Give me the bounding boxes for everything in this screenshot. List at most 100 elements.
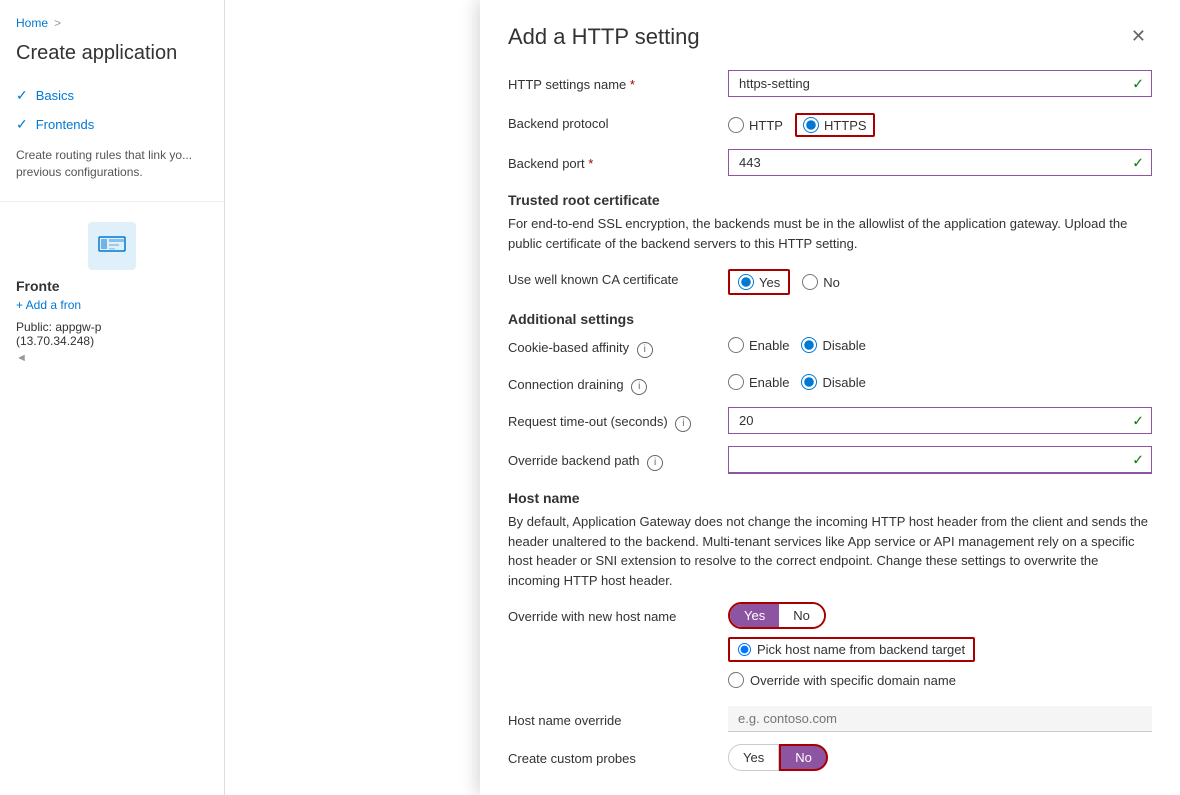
cookie-affinity-control: Enable Disable — [728, 333, 1152, 353]
dialog-header: Add a HTTP setting ✕ — [508, 24, 1152, 50]
http-settings-name-control: ✓ — [728, 70, 1152, 97]
check-icon-timeout: ✓ — [1132, 412, 1144, 429]
cookie-enable-label: Enable — [749, 338, 789, 353]
cookie-disable-label: Disable — [822, 338, 865, 353]
backend-port-input[interactable] — [728, 149, 1152, 176]
ca-no-label: No — [823, 275, 840, 290]
ca-yes-option[interactable]: Yes — [728, 269, 790, 295]
override-specific-radio[interactable] — [728, 672, 744, 688]
sidebar-section: Fronte + Add a fron Public: appgw-p (13.… — [0, 214, 224, 372]
http-settings-name-wrapper: ✓ — [728, 70, 1152, 97]
ca-yes-radio[interactable] — [738, 274, 754, 290]
trusted-cert-title: Trusted root certificate — [508, 192, 1152, 208]
override-host-name-row: Override with new host name Yes No Pick … — [508, 602, 1152, 694]
backend-protocol-row: Backend protocol HTTP HTTPS — [508, 109, 1152, 137]
cookie-disable-option[interactable]: Disable — [801, 337, 865, 353]
override-backend-path-row: Override backend path i ✓ — [508, 446, 1152, 474]
cookie-enable-radio[interactable] — [728, 337, 744, 353]
check-icon-name: ✓ — [1132, 75, 1144, 92]
draining-disable-label: Disable — [822, 375, 865, 390]
step-basics-label: Basics — [36, 88, 74, 103]
sidebar-divider — [0, 201, 224, 202]
close-button[interactable]: ✕ — [1125, 24, 1152, 49]
custom-probes-label: Create custom probes — [508, 744, 728, 768]
host-name-title: Host name — [508, 490, 1152, 506]
override-host-name-label: Override with new host name — [508, 602, 728, 626]
ca-no-option[interactable]: No — [802, 274, 840, 290]
request-timeout-input[interactable] — [728, 407, 1152, 434]
ca-cert-row: Use well known CA certificate Yes No — [508, 265, 1152, 295]
probes-yes-button[interactable]: Yes — [728, 744, 779, 771]
override-specific-option[interactable]: Override with specific domain name — [728, 672, 1152, 688]
cookie-enable-option[interactable]: Enable — [728, 337, 789, 353]
ca-cert-control: Yes No — [728, 265, 1152, 295]
connection-draining-control: Enable Disable — [728, 370, 1152, 390]
ca-cert-radio-group: Yes No — [728, 265, 1152, 295]
public-label: Public: appgw-p — [16, 320, 208, 334]
probes-no-button[interactable]: No — [779, 744, 828, 771]
request-timeout-row: Request time-out (seconds) i ✓ — [508, 407, 1152, 434]
draining-disable-option[interactable]: Disable — [801, 374, 865, 390]
backend-protocol-label: Backend protocol — [508, 109, 728, 133]
main-panel: Add a HTTP setting ✕ HTTP settings name … — [225, 0, 1180, 795]
pick-host-radio[interactable] — [738, 643, 751, 656]
cookie-disable-radio[interactable] — [801, 337, 817, 353]
home-link[interactable]: Home — [16, 16, 48, 30]
frontend-icon-box — [88, 222, 136, 270]
draining-info-icon[interactable]: i — [631, 379, 647, 395]
host-name-override-label: Host name override — [508, 706, 728, 730]
override-path-wrapper: ✓ — [728, 446, 1152, 474]
breadcrumb[interactable]: Home > — [0, 16, 224, 42]
sidebar-frontend-name: Fronte — [16, 278, 208, 294]
override-host-yes-button[interactable]: Yes — [730, 604, 779, 627]
protocol-https-radio[interactable] — [803, 117, 819, 133]
sidebar-desc: Create routing rules that link yo... pre… — [0, 139, 224, 189]
override-backend-path-control: ✓ — [728, 446, 1152, 474]
protocol-http-option[interactable]: HTTP — [728, 117, 783, 133]
override-host-toggle: Yes No — [728, 602, 826, 629]
custom-probes-control: Yes No — [728, 744, 1152, 771]
http-settings-name-row: HTTP settings name * ✓ — [508, 70, 1152, 97]
host-name-desc: By default, Application Gateway does not… — [508, 512, 1152, 590]
draining-disable-radio[interactable] — [801, 374, 817, 390]
pick-host-label: Pick host name from backend target — [757, 642, 965, 657]
protocol-http-radio[interactable] — [728, 117, 744, 133]
required-marker-port: * — [588, 156, 593, 171]
cookie-affinity-radio-group: Enable Disable — [728, 333, 1152, 353]
override-host-no-button[interactable]: No — [779, 604, 824, 627]
pick-host-option[interactable]: Pick host name from backend target — [728, 637, 975, 662]
domain-input[interactable] — [728, 706, 1152, 732]
draining-radio-group: Enable Disable — [728, 370, 1152, 390]
protocol-https-option[interactable]: HTTPS — [795, 113, 875, 137]
custom-probes-row: Create custom probes Yes No — [508, 744, 1152, 771]
http-settings-name-input[interactable] — [728, 70, 1152, 97]
draining-enable-label: Enable — [749, 375, 789, 390]
step-frontends-label: Frontends — [36, 117, 95, 132]
request-timeout-control: ✓ — [728, 407, 1152, 434]
timeout-info-icon[interactable]: i — [675, 416, 691, 432]
add-http-setting-dialog: Add a HTTP setting ✕ HTTP settings name … — [480, 0, 1180, 795]
connection-draining-label: Connection draining i — [508, 370, 728, 395]
ip-address: (13.70.34.248) — [16, 334, 208, 348]
add-frontend-link[interactable]: + Add a fron — [16, 298, 208, 312]
draining-enable-radio[interactable] — [728, 374, 744, 390]
sidebar: Home > Create application ✓ Basics ✓ Fro… — [0, 0, 225, 795]
check-icon: ✓ — [16, 87, 28, 104]
check-icon-2: ✓ — [16, 116, 28, 133]
step-frontends: ✓ Frontends — [16, 110, 208, 139]
cookie-info-icon[interactable]: i — [637, 342, 653, 358]
override-backend-path-input[interactable] — [728, 446, 1152, 474]
http-settings-name-label: HTTP settings name * — [508, 70, 728, 94]
connection-draining-row: Connection draining i Enable Disable — [508, 370, 1152, 395]
frontend-icon — [98, 232, 126, 260]
backend-port-label: Backend port * — [508, 149, 728, 173]
override-backend-path-label: Override backend path i — [508, 446, 728, 471]
protocol-radio-group: HTTP HTTPS — [728, 109, 1152, 137]
page-title: Create application — [0, 42, 224, 81]
step-basics: ✓ Basics — [16, 81, 208, 110]
protocol-https-label: HTTPS — [824, 118, 867, 133]
ca-no-radio[interactable] — [802, 274, 818, 290]
override-host-name-control: Yes No Pick host name from backend targe… — [728, 602, 1152, 694]
override-path-info-icon[interactable]: i — [647, 455, 663, 471]
draining-enable-option[interactable]: Enable — [728, 374, 789, 390]
